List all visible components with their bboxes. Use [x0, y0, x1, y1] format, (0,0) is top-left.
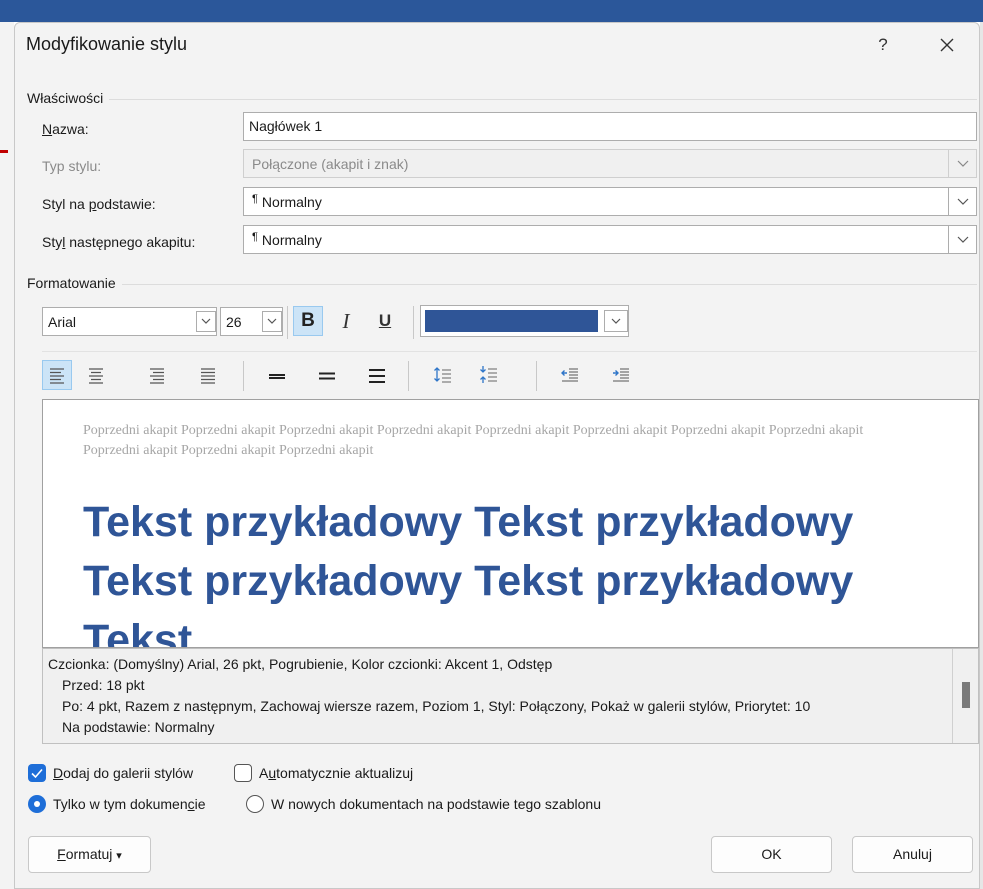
add-to-gallery-checkbox[interactable] — [28, 764, 46, 782]
scrollbar-thumb[interactable] — [962, 682, 970, 708]
description-line: Na podstawie: Normalny — [62, 719, 215, 735]
style-type-select: Połączone (akapit i znak) — [243, 149, 977, 178]
line-spacing-single-icon — [269, 374, 285, 379]
sample-text: Tekst przykładowy Tekst przykładowy Teks… — [83, 498, 854, 648]
add-to-gallery-label[interactable]: Dodaj do galerii stylów — [53, 765, 193, 781]
decrease-indent-icon — [561, 368, 578, 382]
align-center-button[interactable] — [81, 360, 111, 390]
style-preview-pane: Poprzedni akapit Poprzedni akapit Poprze… — [42, 399, 979, 648]
increase-space-before-button[interactable] — [428, 360, 458, 390]
single-spacing-button[interactable] — [262, 360, 292, 390]
dropdown-arrow-icon: ▾ — [116, 850, 122, 862]
justify-button[interactable] — [193, 360, 223, 390]
increase-indent-button[interactable] — [606, 360, 636, 390]
new-documents-label[interactable]: W nowych dokumentach na podstawie tego s… — [271, 796, 601, 812]
font-color-select[interactable] — [420, 305, 629, 337]
chevron-down-icon[interactable] — [196, 311, 216, 332]
based-on-value: ¶ Normalny — [252, 193, 322, 210]
only-this-document-radio[interactable] — [28, 795, 46, 813]
font-color-swatch — [425, 310, 598, 332]
based-on-label: Styl na podstawie: — [42, 196, 156, 212]
style-name-input[interactable]: Nagłówek 1 — [243, 112, 977, 141]
close-icon — [940, 38, 954, 52]
align-right-button[interactable] — [142, 360, 172, 390]
toolbar-row-divider — [42, 351, 977, 352]
underline-icon: U — [378, 311, 392, 330]
justify-icon — [201, 368, 215, 384]
previous-paragraph-text: Poprzedni akapit Poprzedni akapit Poprze… — [83, 423, 864, 458]
auto-update-label[interactable]: Automatycznie aktualizuj — [259, 765, 413, 781]
italic-button[interactable]: I — [331, 306, 361, 336]
toolbar-separator — [536, 361, 537, 391]
background-app-ribbon — [0, 0, 983, 22]
paragraph-style-icon: ¶ — [252, 193, 258, 205]
line-spacing-double-icon — [369, 369, 385, 383]
description-scrollbar[interactable] — [952, 649, 978, 743]
toolbar-separator — [287, 306, 288, 339]
font-name-value: Arial — [48, 314, 77, 330]
double-spacing-button[interactable] — [362, 360, 392, 390]
one-half-spacing-button[interactable] — [312, 360, 342, 390]
title-bar: Modyfikowanie stylu ? — [15, 23, 979, 67]
chevron-down-icon[interactable] — [948, 226, 976, 253]
font-name-select[interactable]: Arial — [42, 307, 217, 336]
toolbar-separator — [408, 361, 409, 391]
align-left-button[interactable] — [42, 360, 72, 390]
italic-icon: I — [342, 309, 350, 333]
chevron-down-icon[interactable] — [604, 310, 628, 332]
space-before-decrease-icon — [480, 366, 497, 383]
chevron-down-icon[interactable] — [948, 188, 976, 215]
cancel-button[interactable]: Anuluj — [852, 836, 973, 873]
increase-indent-icon — [613, 368, 629, 382]
checkmark-icon — [31, 768, 43, 779]
style-name-label: Nazwa: — [42, 121, 89, 137]
description-line: Czcionka: (Domyślny) Arial, 26 pkt, Pogr… — [48, 656, 553, 672]
close-button[interactable] — [925, 29, 969, 61]
properties-group-label: Właściwości — [27, 90, 110, 106]
toolbar-separator — [243, 361, 244, 391]
align-center-icon — [89, 368, 103, 384]
style-description: Czcionka: (Domyślny) Arial, 26 pkt, Pogr… — [42, 648, 979, 744]
paragraph-style-icon: ¶ — [252, 231, 258, 243]
formatting-group-line — [27, 284, 977, 285]
toolbar-separator — [413, 306, 414, 339]
ok-button[interactable]: OK — [711, 836, 832, 873]
font-size-value: 26 — [226, 314, 242, 330]
description-line: Po: 4 pkt, Razem z następnym, Zachowaj w… — [62, 698, 811, 714]
format-menu-button[interactable]: Formatuj ▾ — [28, 836, 151, 873]
style-type-value: Połączone (akapit i znak) — [252, 156, 409, 172]
auto-update-checkbox[interactable] — [234, 764, 252, 782]
properties-group-line — [27, 99, 977, 100]
chevron-down-icon — [948, 150, 976, 177]
bold-button[interactable]: B — [293, 306, 323, 336]
new-documents-radio[interactable] — [246, 795, 264, 813]
style-type-label: Typ stylu: — [42, 158, 102, 174]
space-before-increase-icon — [434, 367, 451, 383]
underline-button[interactable]: U — [370, 306, 400, 336]
description-line: Przed: 18 pkt — [62, 677, 145, 693]
next-paragraph-style-select[interactable]: ¶ Normalny — [243, 225, 977, 254]
align-left-icon — [50, 368, 64, 384]
line-spacing-one-half-icon — [319, 372, 335, 380]
only-this-document-label[interactable]: Tylko w tym dokumencie — [53, 796, 206, 812]
next-paragraph-style-label: Styl następnego akapitu: — [42, 234, 196, 250]
formatting-group-label: Formatowanie — [27, 275, 122, 291]
help-button[interactable]: ? — [863, 31, 903, 59]
dialog-title: Modyfikowanie stylu — [26, 34, 188, 54]
decrease-indent-button[interactable] — [555, 360, 585, 390]
align-right-icon — [150, 368, 164, 384]
decrease-space-before-button[interactable] — [474, 360, 504, 390]
next-paragraph-style-value: ¶ Normalny — [252, 231, 322, 248]
bold-icon: B — [301, 310, 315, 331]
chevron-down-icon[interactable] — [262, 311, 282, 332]
based-on-select[interactable]: ¶ Normalny — [243, 187, 977, 216]
background-app-marker — [0, 150, 8, 153]
modify-style-dialog: Modyfikowanie stylu ? Właściwości Nazwa:… — [14, 22, 980, 889]
font-size-select[interactable]: 26 — [220, 307, 283, 336]
